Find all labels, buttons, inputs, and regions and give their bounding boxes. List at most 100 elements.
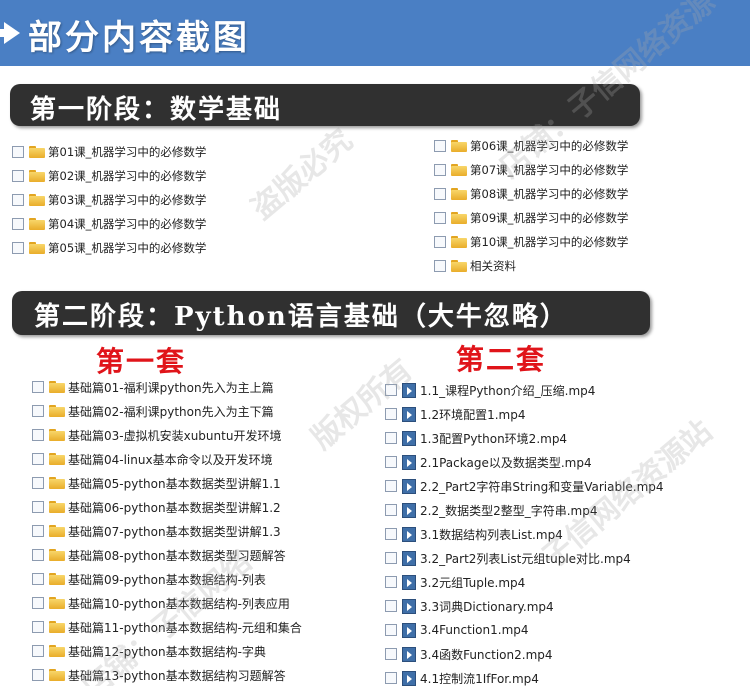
checkbox[interactable] [434,236,446,248]
list-item[interactable]: 第01课_机器学习中的必修数学 [12,140,206,164]
checkbox[interactable] [12,170,24,182]
item-label: 1.1_课程Python介绍_压缩.mp4 [420,383,596,398]
list-item[interactable]: 第04课_机器学习中的必修数学 [12,212,206,236]
list-item[interactable]: 第10课_机器学习中的必修数学 [434,230,628,254]
list-item[interactable]: 相关资料 [434,254,628,278]
list-item[interactable]: 基础篇06-python基本数据类型讲解1.2 [32,495,302,519]
folder-icon [49,645,65,657]
list-item[interactable]: 基础篇13-python基本数据结构习题解答 [32,663,302,686]
item-label: 第02课_机器学习中的必修数学 [48,169,207,183]
video-file-icon [402,622,416,638]
item-label: 第07课_机器学习中的必修数学 [470,163,629,177]
checkbox[interactable] [385,384,397,396]
list-item[interactable]: 2.2_Part2字符串String和变量Variable.mp4 [385,474,664,498]
list-item[interactable]: 3.1数据结构列表List.mp4 [385,522,664,546]
list-item[interactable]: 3.3词典Dictionary.mp4 [385,594,664,618]
stage1-right-list: 第06课_机器学习中的必修数学 第07课_机器学习中的必修数学 第08课_机器学习中… [434,134,628,278]
checkbox[interactable] [32,381,44,393]
folder-icon [451,140,467,152]
list-item[interactable]: 3.4函数Function2.mp4 [385,642,664,666]
list-item[interactable]: 第08课_机器学习中的必修数学 [434,182,628,206]
checkbox[interactable] [12,242,24,254]
checkbox[interactable] [32,477,44,489]
list-item[interactable]: 第05课_机器学习中的必修数学 [12,236,206,260]
checkbox[interactable] [32,525,44,537]
checkbox[interactable] [32,669,44,681]
checkbox[interactable] [385,528,397,540]
checkbox[interactable] [434,188,446,200]
checkbox[interactable] [32,501,44,513]
item-label: 第04课_机器学习中的必修数学 [48,217,207,231]
list-item[interactable]: 基础篇01-福利课python先入为主上篇 [32,375,302,399]
checkbox[interactable] [32,645,44,657]
list-item[interactable]: 1.2环境配置1.mp4 [385,402,664,426]
video-file-icon [402,454,416,470]
list-item[interactable]: 基础篇10-python基本数据结构-列表应用 [32,591,302,615]
folder-icon [49,621,65,633]
checkbox[interactable] [434,260,446,272]
video-file-icon [402,526,416,542]
checkbox[interactable] [385,408,397,420]
folder-icon [49,501,65,513]
checkbox[interactable] [12,218,24,230]
folder-icon [49,669,65,681]
checkbox[interactable] [32,573,44,585]
list-item[interactable]: 基础篇07-python基本数据类型讲解1.3 [32,519,302,543]
checkbox[interactable] [12,194,24,206]
item-label: 基础篇03-虚拟机安装xubuntu开发环境 [68,428,282,443]
item-label: 3.1数据结构列表List.mp4 [420,527,563,542]
list-item[interactable]: 3.2元组Tuple.mp4 [385,570,664,594]
set1-list: 基础篇01-福利课python先入为主上篇 基础篇02-福利课python先入为主… [32,375,302,686]
item-label: 基础篇13-python基本数据结构习题解答 [68,668,286,683]
checkbox[interactable] [385,480,397,492]
checkbox[interactable] [32,549,44,561]
checkbox[interactable] [385,432,397,444]
list-item[interactable]: 基础篇03-虚拟机安装xubuntu开发环境 [32,423,302,447]
checkbox[interactable] [32,597,44,609]
list-item[interactable]: 基础篇04-linux基本命令以及开发环境 [32,447,302,471]
list-item[interactable]: 基础篇05-python基本数据类型讲解1.1 [32,471,302,495]
checkbox[interactable] [32,621,44,633]
list-item[interactable]: 基础篇12-python基本数据结构-字典 [32,639,302,663]
list-item[interactable]: 1.1_课程Python介绍_压缩.mp4 [385,378,664,402]
checkbox[interactable] [385,600,397,612]
checkbox[interactable] [434,140,446,152]
list-item[interactable]: 4.1控制流1IfFor.mp4 [385,666,664,686]
list-item[interactable]: 基础篇02-福利课python先入为主下篇 [32,399,302,423]
item-label: 第06课_机器学习中的必修数学 [470,139,629,153]
list-item[interactable]: 第03课_机器学习中的必修数学 [12,188,206,212]
list-item[interactable]: 第07课_机器学习中的必修数学 [434,158,628,182]
folder-icon [29,170,45,182]
video-file-icon [402,646,416,662]
item-label: 基础篇11-python基本数据结构-元组和集合 [68,620,302,635]
checkbox[interactable] [385,624,397,636]
list-item[interactable]: 1.3配置Python环境2.mp4 [385,426,664,450]
list-item[interactable]: 第02课_机器学习中的必修数学 [12,164,206,188]
checkbox[interactable] [385,672,397,684]
checkbox[interactable] [434,212,446,224]
item-label: 4.1控制流1IfFor.mp4 [420,671,539,686]
list-item[interactable]: 基础篇11-python基本数据结构-元组和集合 [32,615,302,639]
checkbox[interactable] [385,648,397,660]
checkbox[interactable] [385,504,397,516]
item-label: 第08课_机器学习中的必修数学 [470,187,629,201]
list-item[interactable]: 基础篇09-python基本数据结构-列表 [32,567,302,591]
checkbox[interactable] [32,405,44,417]
list-item[interactable]: 第06课_机器学习中的必修数学 [434,134,628,158]
list-item[interactable]: 2.1Package以及数据类型.mp4 [385,450,664,474]
folder-icon [451,260,467,272]
list-item[interactable]: 3.4Function1.mp4 [385,618,664,642]
checkbox[interactable] [434,164,446,176]
list-item[interactable]: 第09课_机器学习中的必修数学 [434,206,628,230]
checkbox[interactable] [32,453,44,465]
list-item[interactable]: 2.2_数据类型2整型_字符串.mp4 [385,498,664,522]
checkbox[interactable] [385,552,397,564]
checkbox[interactable] [385,576,397,588]
folder-icon [29,194,45,206]
checkbox[interactable] [32,429,44,441]
checkbox[interactable] [12,146,24,158]
checkbox[interactable] [385,456,397,468]
item-label: 相关资料 [470,259,516,273]
list-item[interactable]: 基础篇08-python基本数据类型习题解答 [32,543,302,567]
list-item[interactable]: 3.2_Part2列表List元组tuple对比.mp4 [385,546,664,570]
